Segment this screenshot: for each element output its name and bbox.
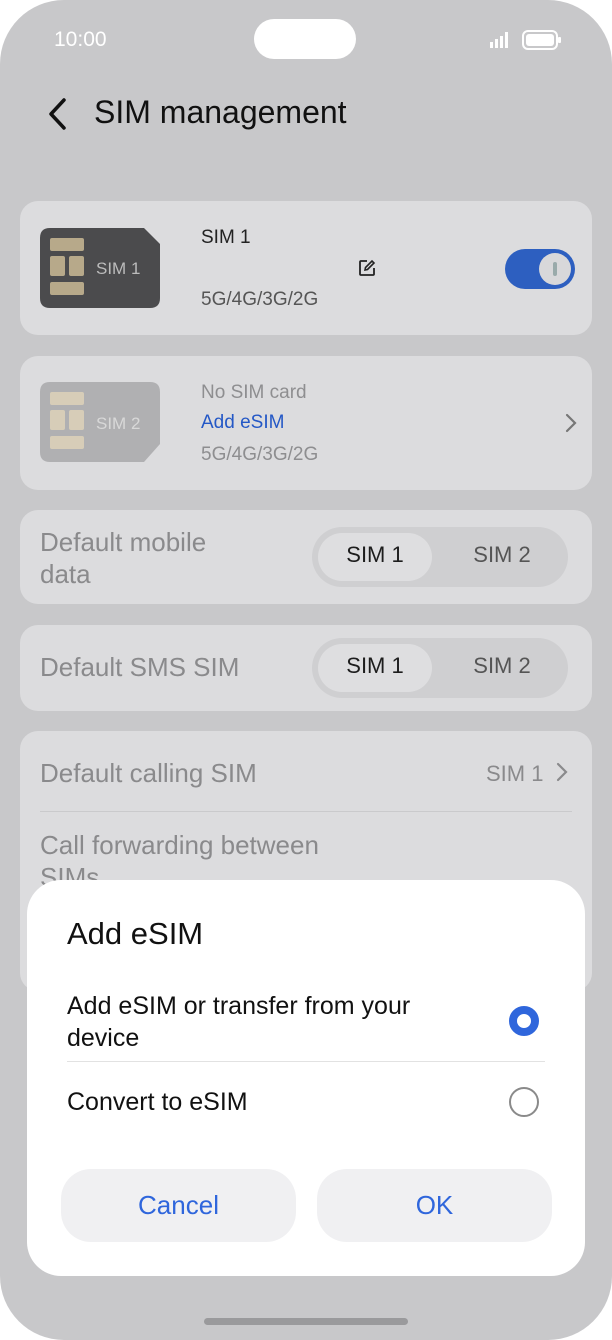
- radio-selected[interactable]: [509, 1006, 539, 1036]
- dialog-option-label: Convert to eSIM: [67, 1088, 248, 1116]
- default-mobile-data-label: Default mobile data: [40, 527, 207, 589]
- sim1-card[interactable]: SIM 1 SIM 1 5G/4G/3G/2G: [20, 201, 592, 335]
- divider: [40, 811, 572, 812]
- sim1-name: SIM 1: [201, 227, 251, 248]
- status-time: 10:00: [54, 28, 107, 51]
- sim2-card[interactable]: SIM 2 No SIM card Add eSIM 5G/4G/3G/2G: [20, 356, 592, 490]
- add-esim-dialog: Add eSIM Add eSIM or transfer from your …: [27, 880, 585, 1276]
- sim1-network: 5G/4G/3G/2G: [201, 289, 319, 310]
- ok-button[interactable]: OK: [317, 1169, 552, 1242]
- dialog-title: Add eSIM: [67, 916, 204, 951]
- chevron-right-icon: [565, 413, 577, 433]
- signal-icon: [490, 32, 508, 48]
- divider: [67, 1061, 545, 1062]
- back-arrow-icon[interactable]: [46, 96, 68, 132]
- mobile-data-sim2-option[interactable]: SIM 2: [440, 542, 564, 568]
- edit-icon[interactable]: [358, 259, 376, 277]
- sim1-toggle[interactable]: [505, 249, 575, 289]
- add-esim-link[interactable]: Add eSIM: [201, 412, 284, 434]
- default-sms-row: Default SMS SIM SIM 1 SIM 2: [20, 625, 592, 711]
- sms-segmented-control: SIM 1 SIM 2: [312, 638, 568, 698]
- sim2-network: 5G/4G/3G/2G: [201, 444, 319, 465]
- default-sms-label: Default SMS SIM: [40, 652, 240, 682]
- chevron-right-icon: [556, 762, 568, 782]
- radio-unselected[interactable]: [509, 1087, 539, 1117]
- default-mobile-data-row: Default mobile data SIM 1 SIM 2: [20, 510, 592, 604]
- default-calling-label[interactable]: Default calling SIM: [40, 757, 257, 789]
- sim1-chip-label: SIM 1: [96, 259, 141, 278]
- home-indicator[interactable]: [204, 1318, 408, 1325]
- mobile-data-segmented-control: SIM 1 SIM 2: [312, 527, 568, 587]
- dialog-option-label: Add eSIM or transfer from your device: [67, 992, 411, 1052]
- cancel-button[interactable]: Cancel: [61, 1169, 296, 1242]
- page-title: SIM management: [94, 94, 347, 130]
- camera-island: [254, 19, 356, 59]
- sim2-status: No SIM card: [201, 382, 307, 403]
- sms-sim2-option[interactable]: SIM 2: [440, 653, 564, 679]
- sim2-chip-label: SIM 2: [96, 414, 141, 433]
- battery-icon: [522, 30, 561, 50]
- default-calling-value: SIM 1: [486, 761, 544, 786]
- phone-screen: 10:00 SIM management SIM 1 SIM 1 5G/4G/3…: [0, 0, 612, 1340]
